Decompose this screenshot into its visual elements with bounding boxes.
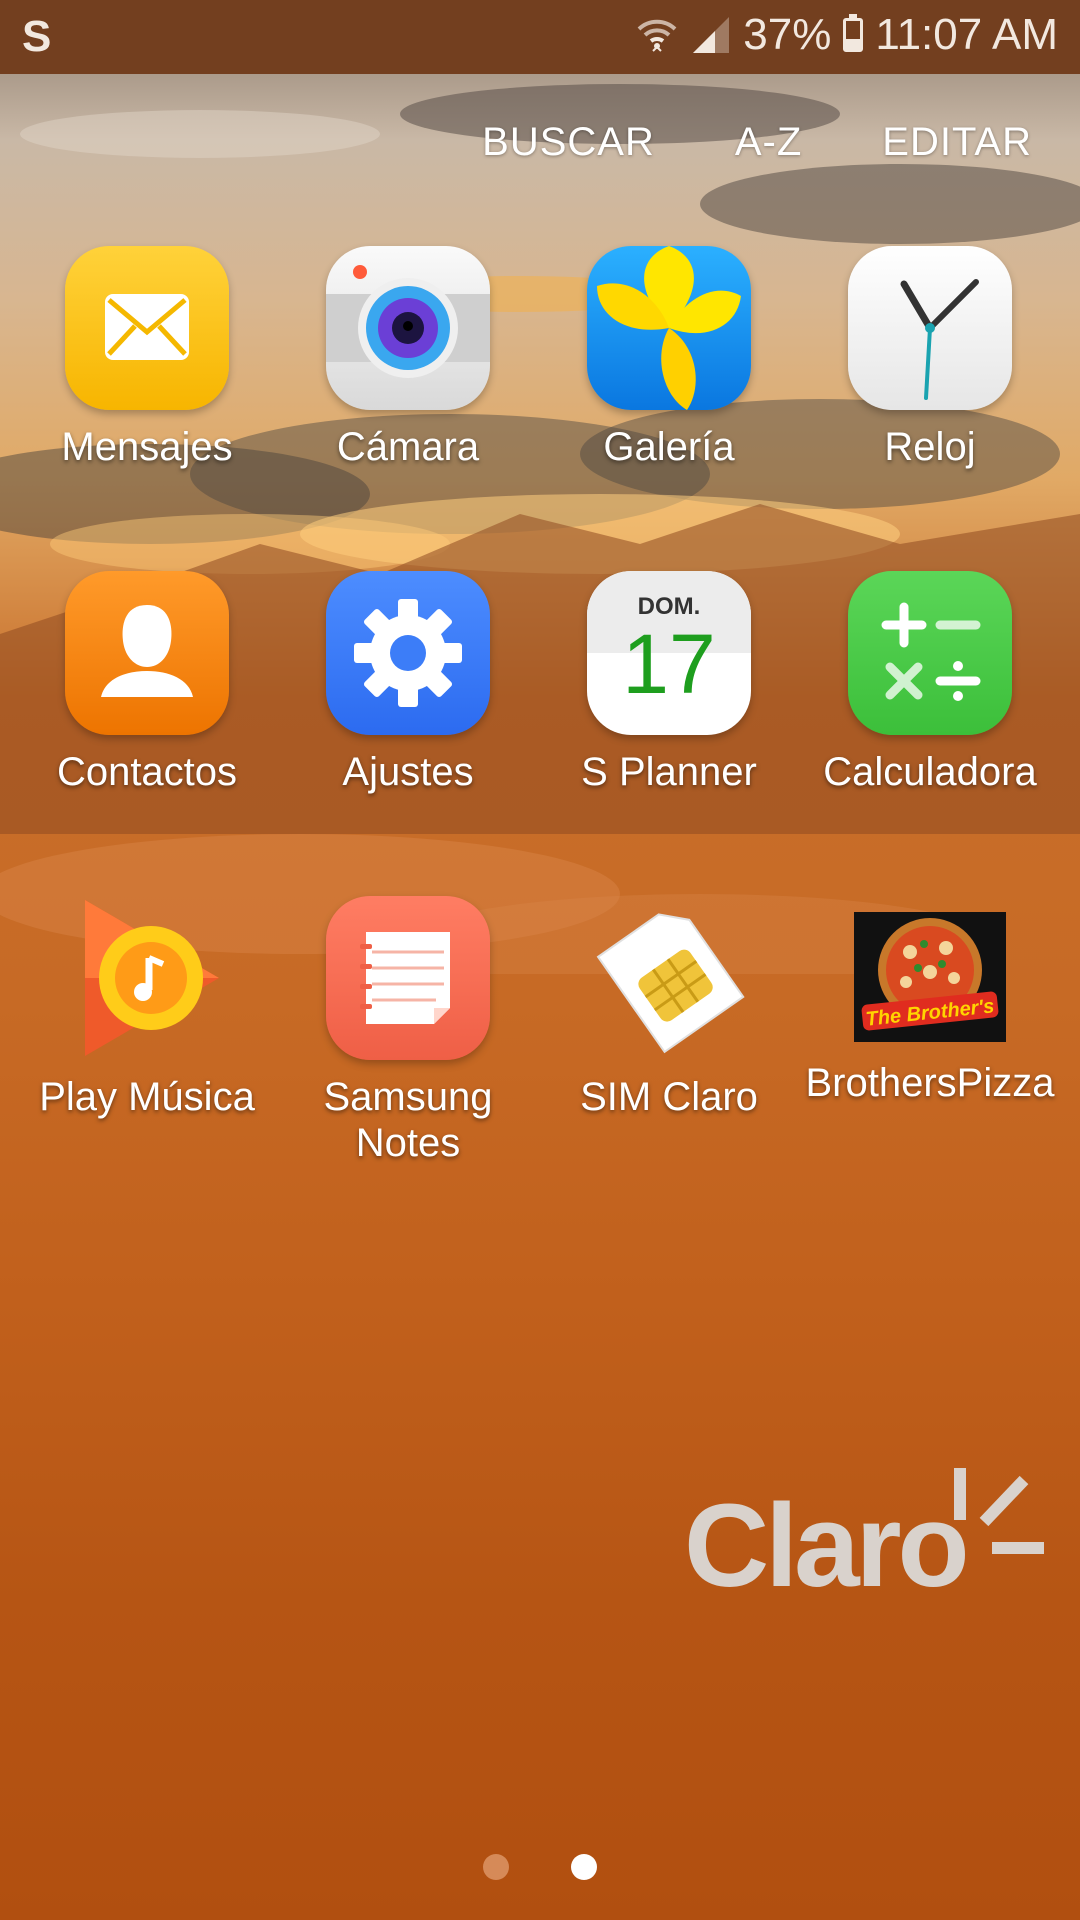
app-calculadora[interactable]: Calculadora — [800, 571, 1060, 795]
cell-signal-icon — [693, 17, 730, 53]
battery-percent: 37% — [743, 10, 832, 59]
app-sim-claro[interactable]: SIM Claro — [539, 896, 799, 1120]
clock-icon — [848, 246, 1012, 410]
claro-logo: Claro — [684, 1460, 1054, 1620]
app-brotherspizza[interactable]: The Brother's BrothersPizza — [800, 896, 1060, 1106]
calculator-icon — [848, 571, 1012, 735]
calendar-date: 17 — [622, 617, 716, 711]
camera-icon — [326, 246, 490, 410]
app-label: BrothersPizza — [805, 1061, 1055, 1105]
app-label: Contactos — [56, 750, 238, 794]
status-bar: S 37% 11:07 AM — [0, 0, 1080, 74]
settings-icon — [326, 571, 490, 735]
app-label: Galería — [603, 425, 735, 469]
app-label: Play Música — [39, 1075, 255, 1119]
page-indicator — [0, 1854, 1080, 1880]
app-reloj[interactable]: Reloj — [800, 246, 1060, 470]
messages-icon — [65, 246, 229, 410]
calendar-icon: DOM. 17 — [587, 571, 751, 735]
battery-icon — [843, 14, 864, 52]
sort-az-button[interactable]: A-Z — [735, 120, 802, 165]
sim-card-icon — [587, 896, 751, 1060]
app-play-musica[interactable]: Play Música — [17, 896, 277, 1120]
app-label: Samsung Notes — [323, 1075, 493, 1165]
contacts-icon — [65, 571, 229, 735]
app-camara[interactable]: Cámara — [278, 246, 538, 470]
app-label: Ajustes — [342, 750, 474, 794]
wallpaper-clouds — [0, 84, 1080, 974]
search-button[interactable]: BUSCAR — [482, 120, 655, 165]
app-mensajes[interactable]: Mensajes — [17, 246, 277, 470]
edit-button[interactable]: EDITAR — [882, 120, 1032, 165]
page-dot-2-active[interactable] — [571, 1854, 597, 1880]
page-dot-1[interactable] — [483, 1854, 509, 1880]
app-ajustes[interactable]: Ajustes — [278, 571, 538, 795]
gallery-icon — [587, 246, 751, 410]
app-label: Mensajes — [61, 425, 233, 469]
pizza-icon: The Brother's — [854, 912, 1006, 1042]
app-label: Cámara — [336, 425, 480, 469]
app-label: S Planner — [581, 750, 757, 794]
app-label: Reloj — [884, 425, 976, 469]
app-contactos[interactable]: Contactos — [17, 571, 277, 795]
wifi-icon — [637, 19, 677, 52]
app-label: SIM Claro — [580, 1075, 758, 1119]
app-drawer-actions: BUSCAR A-Z EDITAR — [482, 120, 1032, 165]
samsung-s-icon: S — [22, 12, 52, 61]
app-galeria[interactable]: Galería — [539, 246, 799, 470]
app-s-planner[interactable]: DOM. 17 S Planner — [539, 571, 799, 795]
play-music-icon — [65, 896, 229, 1060]
notes-icon — [326, 896, 490, 1060]
app-samsung-notes[interactable]: Samsung Notes — [278, 896, 538, 1166]
status-time: 11:07 AM — [875, 10, 1058, 59]
app-label: Calculadora — [823, 750, 1037, 794]
